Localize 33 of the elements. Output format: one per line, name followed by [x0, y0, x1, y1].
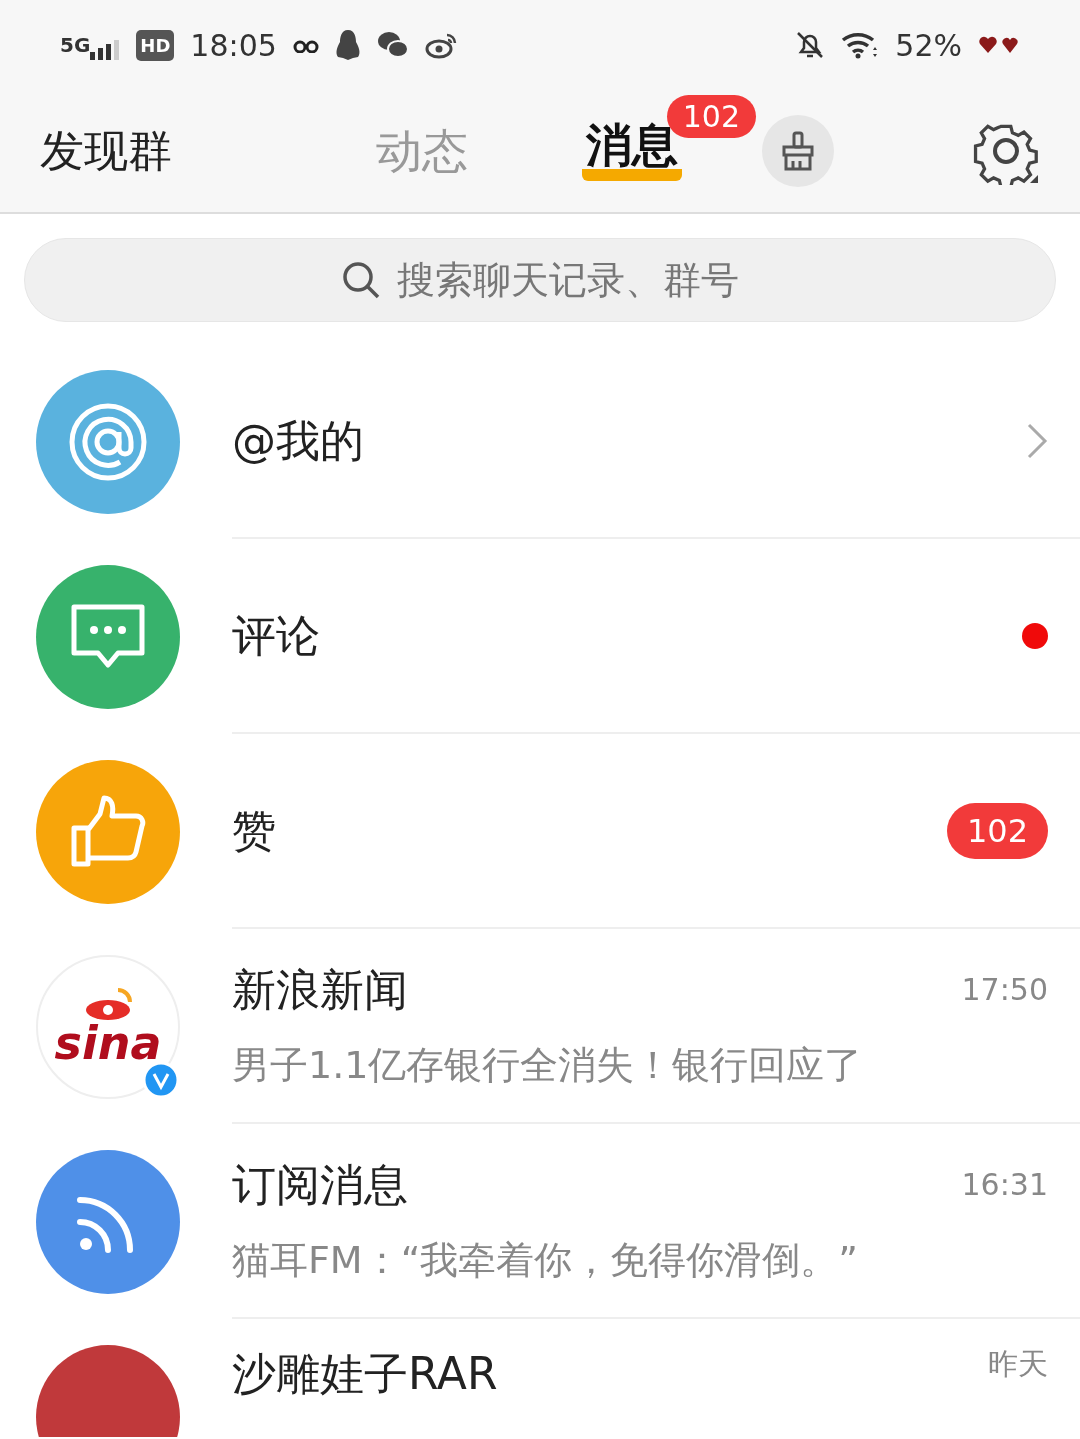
contact-name: @我的 [232, 413, 365, 468]
signal-icon [90, 40, 121, 60]
hd-label: HD [136, 29, 175, 61]
logo-text: sina [54, 1019, 162, 1066]
contact-name: 沙雕娃子RAR [232, 1347, 499, 1401]
message-preview: 男子1.1亿存银行全消失！银行回应了 [232, 1042, 864, 1089]
search-field[interactable]: 搜索聊天记录、群号 [24, 238, 1056, 322]
count-badge: 102 [946, 802, 1048, 859]
hearts-icon [978, 36, 1020, 54]
penguin-icon [334, 29, 361, 61]
search-icon [341, 260, 381, 300]
eye-swirl-icon [424, 31, 459, 59]
at-sign-icon [68, 401, 148, 482]
contact-name: 新浪新闻 [232, 963, 409, 1017]
battery-label: 52% [895, 26, 962, 65]
contact-name: 赞 [232, 803, 277, 858]
page-title: 发现群 [40, 124, 172, 178]
chat-row[interactable]: 订阅消息 猫耳FM：“我牵着你，免得你滑倒。” 16:31 [0, 1124, 1080, 1319]
timestamp: 16:31 [961, 1166, 1048, 1204]
message-preview: 猫耳FM：“我牵着你，免得你滑倒。” [232, 1237, 860, 1284]
contact-name: 评论 [232, 608, 321, 663]
timestamp: 昨天 [988, 1345, 1048, 1383]
chat-row[interactable]: 沙雕娃子RAR 昨天 [0, 1319, 1080, 1437]
timestamp: 17:50 [961, 971, 1048, 1009]
chat-row[interactable]: @我的 [0, 344, 1080, 539]
contact-name: 订阅消息 [232, 1158, 409, 1212]
chat-row[interactable]: 评论 [0, 539, 1080, 734]
search-placeholder: 搜索聊天记录、群号 [397, 256, 739, 304]
network-label: 5G [60, 32, 91, 59]
wifi-icon [841, 31, 880, 59]
chat-row[interactable]: sina 新浪新闻 男子1.1亿存银行全消失！银行回应了 17:50 [0, 929, 1080, 1124]
chat-row[interactable]: 赞 102 [0, 734, 1080, 929]
clock: 18:05 [190, 26, 277, 65]
